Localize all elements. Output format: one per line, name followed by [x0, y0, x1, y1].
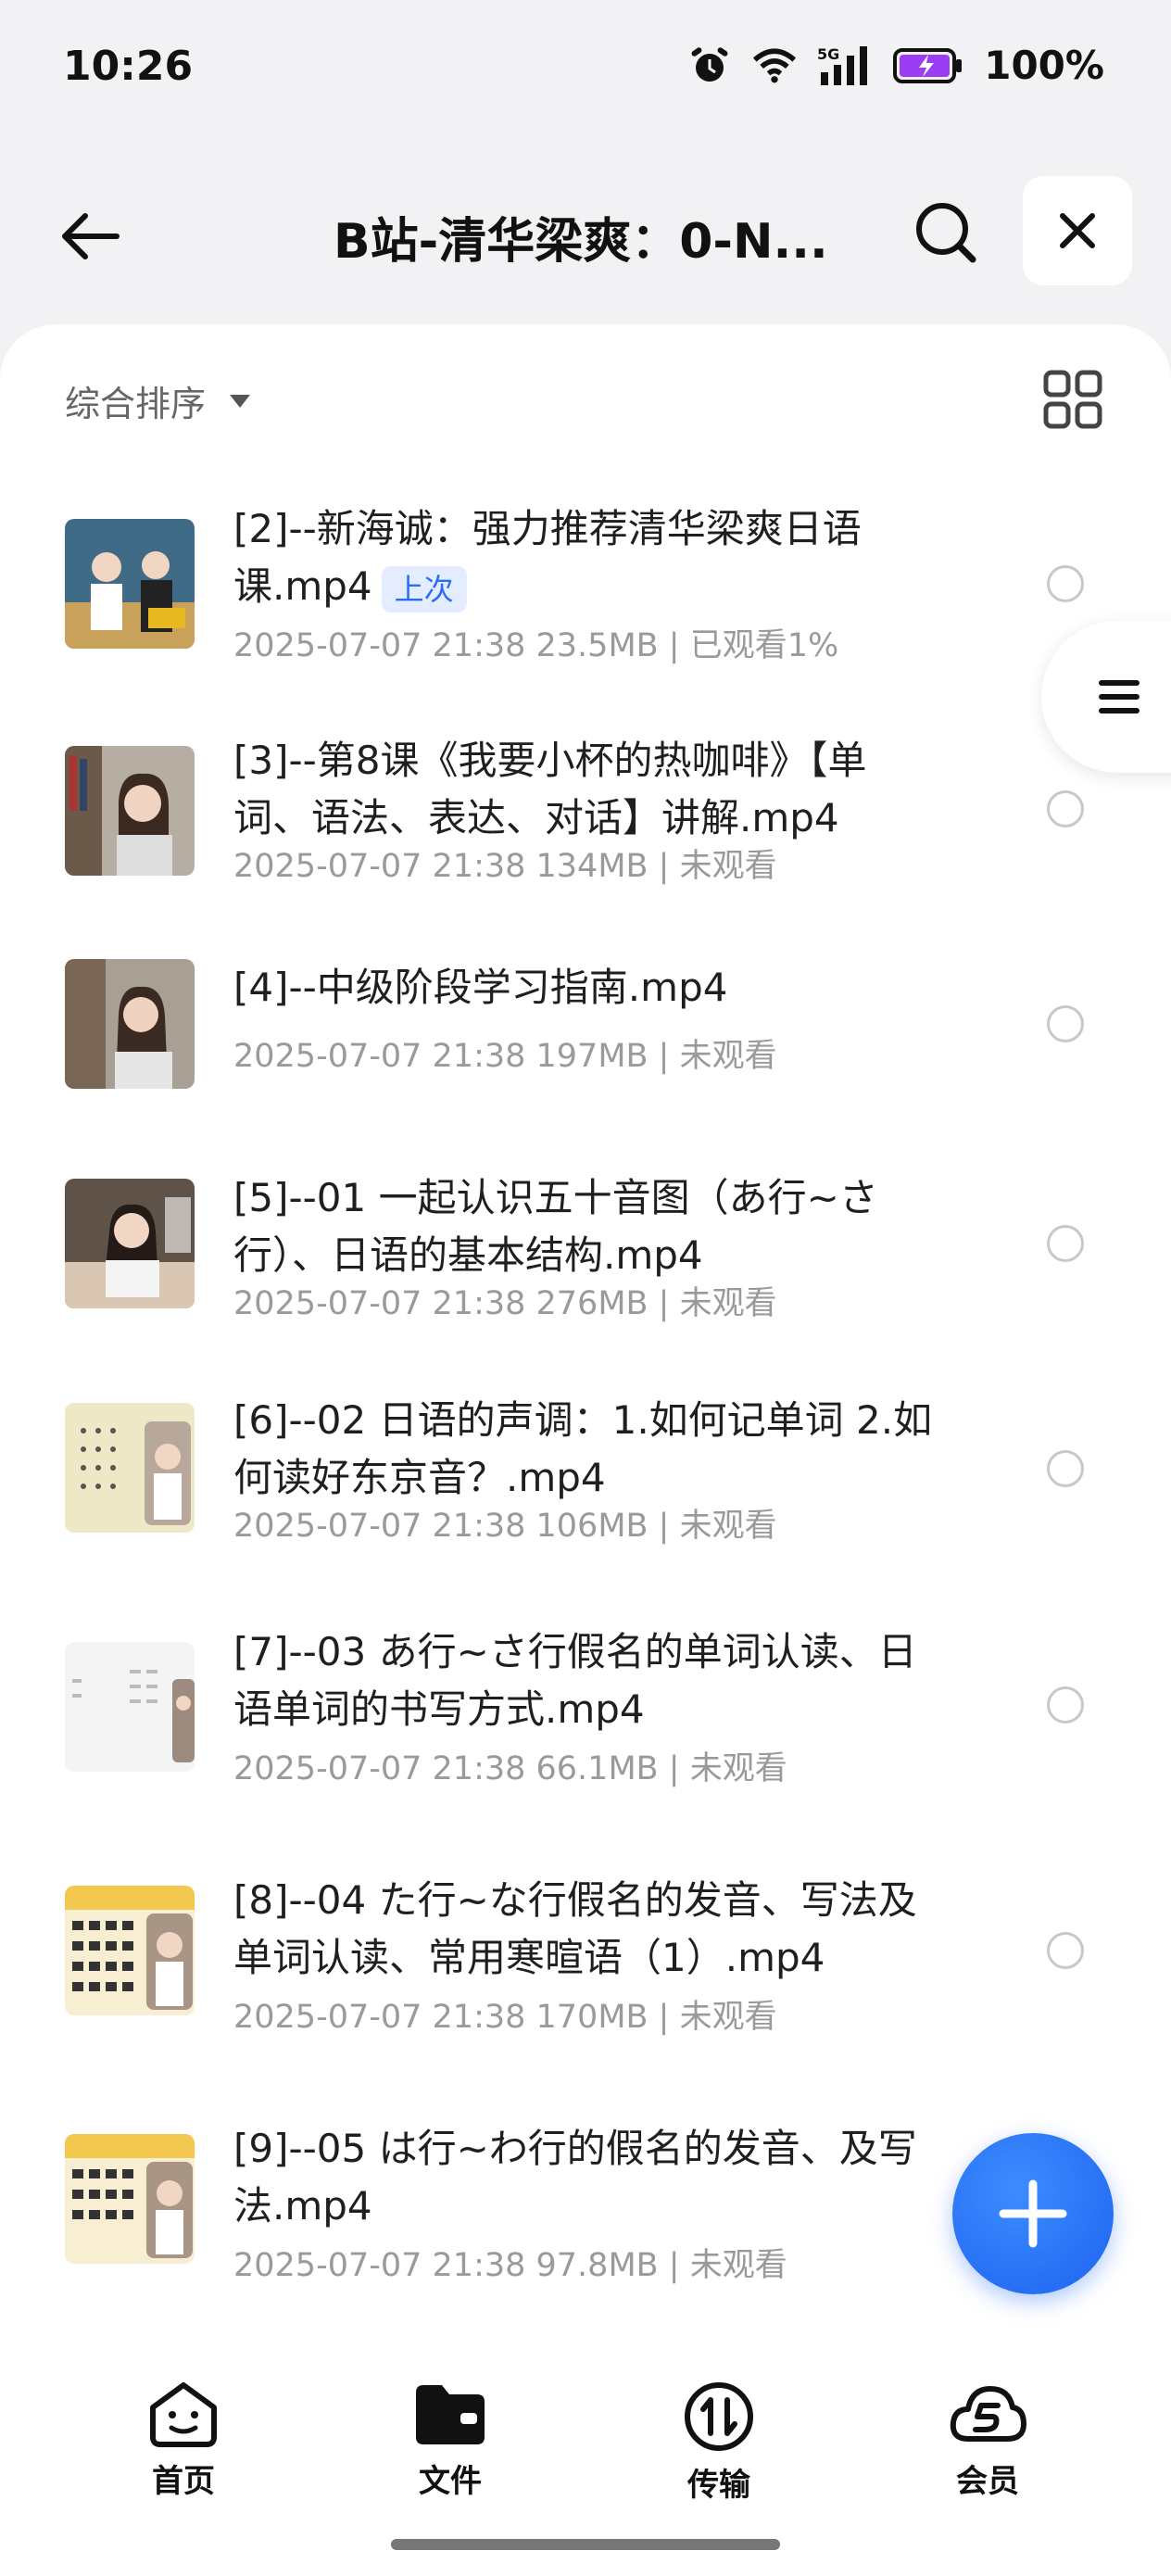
file-meta: 2025-07-07 21:38 23.5MB | 已观看1%	[233, 627, 839, 664]
nav-item-vip[interactable]: 会员	[913, 2380, 1062, 2501]
nav-label-home: 首页	[152, 2463, 215, 2500]
file-name: [7]--03 あ行~さ行假名的单词认读、日语单词的书写方式.mp4	[233, 1629, 917, 1732]
nav-label-vip: 会员	[956, 2463, 1019, 2500]
file-meta: 2025-07-07 21:38 106MB | 未观看	[233, 1508, 777, 1545]
nav-label-files: 文件	[419, 2463, 482, 2500]
video-thumbnail	[65, 746, 195, 876]
nav-item-transfer[interactable]: 传输	[645, 2380, 793, 2505]
select-radio[interactable]	[1047, 1686, 1084, 1724]
alarm-icon	[687, 44, 732, 88]
list-item[interactable]: [6]--02 日语的声调：1.如何记单词 2.如何读好东京音？.mp4 202…	[0, 1392, 1171, 1559]
video-thumbnail	[65, 1179, 195, 1308]
file-meta: 2025-07-07 21:38 197MB | 未观看	[233, 1038, 777, 1075]
search-icon	[916, 203, 976, 263]
file-meta: 2025-07-07 21:38 134MB | 未观看	[233, 848, 777, 885]
list-item[interactable]: [2]--新海诚：强力推荐清华梁爽日语课.mp4 上次 2025-07-07 21…	[0, 500, 1171, 686]
file-name: [8]--04 た行~な行假名的发音、写法及单词认读、常用寒暄语（1）.mp4	[233, 1877, 917, 1980]
list-item[interactable]: [8]--04 た行~な行假名的发音、写法及单词认读、常用寒暄语（1）.mp4 …	[0, 1872, 1171, 2039]
search-button[interactable]	[903, 190, 987, 273]
select-radio[interactable]	[1047, 1225, 1084, 1262]
menu-icon	[1099, 680, 1140, 713]
list-item[interactable]: [5]--01 一起认识五十音图（あ行~さ行）、日语的基本结构.mp4 2025…	[0, 1169, 1171, 1336]
video-thumbnail	[65, 1642, 195, 1772]
file-name: [6]--02 日语的声调：1.如何记单词 2.如何读好东京音？.mp4	[233, 1397, 933, 1500]
close-button[interactable]	[1023, 176, 1132, 285]
select-radio[interactable]	[1047, 790, 1084, 827]
back-arrow-icon	[62, 213, 120, 259]
status-bar: 10:26 5G 100%	[0, 0, 1171, 139]
folder-icon	[416, 2385, 485, 2444]
video-thumbnail	[65, 2134, 195, 2264]
video-thumbnail	[65, 1403, 195, 1533]
video-thumbnail	[65, 1886, 195, 2015]
select-radio[interactable]	[1047, 1932, 1084, 1969]
sort-label: 综合排序	[65, 384, 207, 424]
close-icon	[1060, 213, 1095, 248]
page-title: B站-清华梁爽：0-N...	[334, 214, 828, 270]
nav-item-files[interactable]: 文件	[376, 2380, 524, 2501]
home-face-icon	[150, 2382, 217, 2447]
status-time: 10:26	[63, 43, 194, 90]
transfer-icon	[685, 2382, 753, 2451]
status-icons: 5G 100%	[687, 43, 1104, 88]
wifi-icon	[752, 44, 797, 88]
file-name: [5]--01 一起认识五十音图（あ行~さ行）、日语的基本结构.mp4	[233, 1175, 878, 1278]
caret-down-icon	[230, 394, 251, 408]
sort-dropdown[interactable]: 综合排序	[65, 375, 252, 426]
video-thumbnail	[65, 519, 195, 649]
select-radio[interactable]	[1047, 1005, 1084, 1042]
list-item[interactable]: [3]--第8课《我要小杯的热咖啡》【单词、语法、表达、对话】讲解.mp4 20…	[0, 732, 1171, 899]
back-button[interactable]	[48, 195, 132, 278]
vip-cloud-icon	[950, 2386, 1026, 2442]
video-thumbnail	[65, 959, 195, 1089]
network-label: 5G	[817, 45, 839, 63]
select-radio[interactable]	[1047, 1450, 1084, 1487]
add-button[interactable]	[952, 2133, 1114, 2294]
last-played-badge: 上次	[381, 565, 467, 612]
plus-icon	[999, 2179, 1067, 2248]
file-name: [9]--05 は行~わ行的假名的发音、及写法.mp4	[233, 2126, 917, 2229]
grid-view-icon[interactable]	[1042, 369, 1103, 430]
list-item[interactable]: [4]--中级阶段学习指南.mp4 2025-07-07 21:38 197MB…	[0, 959, 1171, 1098]
file-name: [3]--第8课《我要小杯的热咖啡》【单词、语法、表达、对话】讲解.mp4	[233, 738, 867, 840]
signal-5g-icon: 5G	[817, 44, 873, 88]
file-meta: 2025-07-07 21:38 170MB | 未观看	[233, 1999, 777, 2036]
file-name: [2]--新海诚：强力推荐清华梁爽日语课.mp4 上次	[233, 500, 938, 615]
file-meta: 2025-07-07 21:38 276MB | 未观看	[233, 1285, 777, 1322]
home-indicator[interactable]	[391, 2539, 780, 2550]
select-radio[interactable]	[1047, 565, 1084, 602]
file-meta: 2025-07-07 21:38 97.8MB | 未观看	[233, 2247, 787, 2284]
file-meta: 2025-07-07 21:38 66.1MB | 未观看	[233, 1750, 787, 1787]
nav-label-transfer: 传输	[687, 2467, 750, 2504]
file-name: [4]--中级阶段学习指南.mp4	[233, 965, 728, 1010]
battery-percent: 100%	[984, 43, 1104, 88]
list-item[interactable]: [7]--03 あ行~さ行假名的单词认读、日语单词的书写方式.mp4 2025-…	[0, 1623, 1171, 1799]
header: B站-清华梁爽：0-N...	[0, 167, 1171, 287]
nav-item-home[interactable]: 首页	[109, 2380, 258, 2501]
battery-charging-icon	[893, 44, 963, 88]
